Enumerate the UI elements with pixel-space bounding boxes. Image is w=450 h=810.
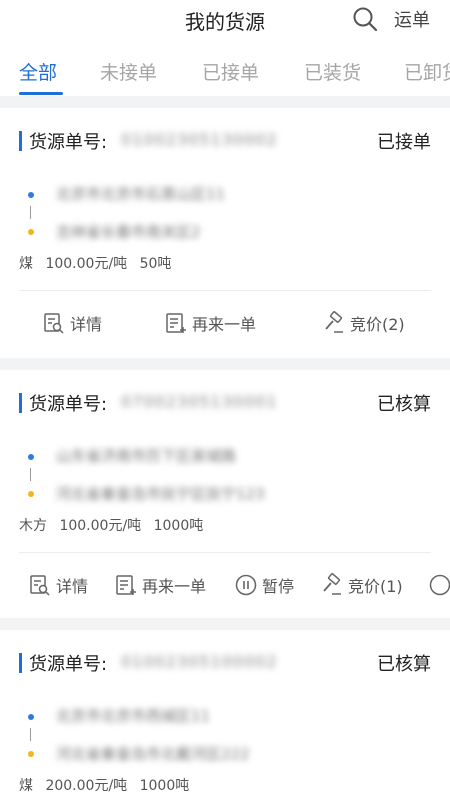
route: 山东省济南市历下区泉城路 河北省秦皇岛市抚宁区抚宁123 — [0, 430, 450, 510]
order-label: 货源单号: — [29, 654, 108, 675]
details-button[interactable]: 详情 — [28, 570, 88, 600]
order-number: 01002305100002 — [121, 652, 278, 671]
order-number: 01002305130002 — [121, 130, 278, 149]
cargo-type: 煤 — [19, 778, 33, 794]
route: 北京市北京市石景山区11 吉林省长春市南关区2 — [0, 168, 450, 248]
cargo-type: 煤 — [19, 256, 33, 272]
destination-address: 河北省秦皇岛市抚宁区抚宁123 — [56, 485, 265, 503]
app-header: 我的货源 运单 全部 未接单 已接单 已装货 已卸货 — [0, 0, 450, 96]
pause-label: 暂停 — [262, 577, 295, 596]
destination-dot-icon — [28, 491, 34, 497]
reorder-button[interactable]: 再来一单 — [164, 308, 256, 338]
status-badge: 已核算 — [377, 394, 431, 415]
details-button[interactable]: 详情 — [42, 308, 102, 338]
cargo-info: 木方 100.00元/吨 1000吨 — [19, 515, 211, 535]
cargo-card[interactable]: 货源单号: 01002305130002 已接单 北京市北京市石景山区11 吉林… — [0, 108, 450, 358]
auction-icon — [325, 311, 343, 333]
cargo-info: 煤 100.00元/吨 50吨 — [19, 253, 179, 273]
active-tab-indicator — [19, 92, 63, 95]
waybill-link[interactable]: 运单 — [394, 6, 430, 32]
pause-button[interactable]: 暂停 — [234, 570, 294, 600]
cargo-weight: 1000吨 — [139, 778, 190, 794]
route-line — [30, 728, 31, 741]
origin-dot-icon — [28, 192, 34, 198]
card-accent-bar — [19, 393, 22, 413]
cargo-card[interactable]: 货源单号: 01002305100002 已核算 北京市北京市西城区11 河北省… — [0, 630, 450, 810]
order-label: 货源单号: — [29, 394, 108, 415]
details-icon — [44, 313, 64, 334]
cargo-info: 煤 200.00元/吨 1000吨 — [19, 775, 197, 795]
destination-address: 河北省秦皇岛市北戴河区222 — [56, 745, 250, 763]
cargo-price: 200.00元/吨 — [45, 778, 128, 794]
bid-button[interactable]: 竞价(1) — [320, 570, 403, 600]
origin-dot-icon — [28, 714, 34, 720]
details-icon — [30, 575, 50, 596]
auction-icon — [323, 573, 341, 595]
reorder-label: 再来一单 — [142, 577, 207, 596]
details-label: 详情 — [56, 577, 89, 596]
cargo-price: 100.00元/吨 — [59, 518, 142, 534]
tab-unloaded[interactable]: 已卸货 — [404, 58, 450, 85]
reorder-icon — [166, 313, 186, 333]
origin-dot-icon — [28, 454, 34, 460]
destination-dot-icon — [28, 751, 34, 757]
reorder-button[interactable]: 再来一单 — [114, 570, 206, 600]
cargo-price: 100.00元/吨 — [45, 256, 128, 272]
tab-not-accepted[interactable]: 未接单 — [100, 58, 157, 85]
cargo-type: 木方 — [19, 518, 47, 534]
card-actions: 详情 再来一单 暂停 竞价(1) — [0, 570, 450, 620]
details-label: 详情 — [70, 315, 103, 334]
route: 北京市北京市西城区11 河北省秦皇岛市北戴河区222 — [0, 690, 450, 770]
destination-address: 吉林省长春市南关区2 — [56, 223, 201, 241]
order-number: 07002305130001 — [121, 392, 278, 411]
pause-icon — [235, 574, 257, 596]
reorder-icon — [116, 575, 136, 595]
card-accent-bar — [19, 131, 22, 151]
status-badge: 已接单 — [377, 132, 431, 153]
cargo-card[interactable]: 货源单号: 07002305130001 已核算 山东省济南市历下区泉城路 河北… — [0, 370, 450, 618]
tab-all[interactable]: 全部 — [19, 58, 57, 85]
tab-accepted[interactable]: 已接单 — [202, 58, 259, 85]
origin-address: 北京市北京市石景山区11 — [56, 185, 226, 203]
bid-label: 竞价(1) — [348, 577, 403, 596]
cargo-weight: 50吨 — [139, 256, 172, 272]
divider — [19, 552, 431, 553]
search-icon[interactable] — [352, 6, 378, 32]
order-label: 货源单号: — [29, 132, 108, 153]
tab-loaded[interactable]: 已装货 — [304, 58, 361, 85]
reorder-label: 再来一单 — [192, 315, 257, 334]
card-accent-bar — [19, 653, 22, 673]
more-icon — [429, 574, 450, 596]
origin-address: 山东省济南市历下区泉城路 — [56, 447, 237, 465]
more-actions-partial[interactable] — [428, 570, 450, 600]
route-line — [30, 206, 31, 219]
divider — [19, 290, 431, 291]
bid-button[interactable]: 竞价(2) — [322, 308, 405, 338]
bid-label: 竞价(2) — [350, 315, 405, 334]
destination-dot-icon — [28, 229, 34, 235]
route-line — [30, 468, 31, 481]
status-tabs: 全部 未接单 已接单 已装货 已卸货 — [0, 58, 450, 96]
origin-address: 北京市北京市西城区11 — [56, 707, 211, 725]
cargo-weight: 1000吨 — [153, 518, 204, 534]
page-title: 我的货源 — [185, 10, 265, 34]
card-actions: 详情 再来一单 竞价(2) — [0, 308, 450, 358]
status-badge: 已核算 — [377, 654, 431, 675]
